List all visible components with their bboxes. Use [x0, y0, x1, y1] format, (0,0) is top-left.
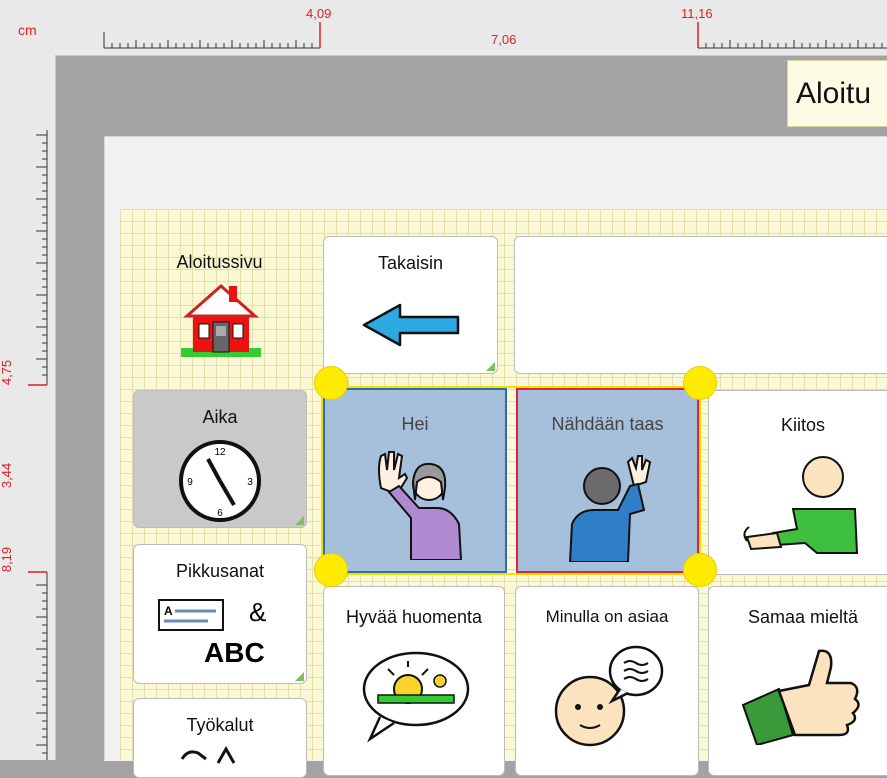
- cell-hei[interactable]: Hei: [323, 388, 507, 573]
- resize-handle-bottom-right[interactable]: [683, 553, 717, 587]
- cell-hyvaa-huomenta[interactable]: Hyvää huomenta: [323, 586, 505, 776]
- resize-handle-bottom-left[interactable]: [314, 553, 348, 587]
- cell-takaisin[interactable]: Takaisin: [323, 236, 498, 374]
- svg-text:3: 3: [247, 477, 253, 488]
- cell-label: Pikkusanat: [175, 561, 265, 581]
- link-corner-indicator: [486, 362, 495, 371]
- vertical-ruler-ticks: [28, 130, 48, 760]
- ruler-mark-width: 7,06: [491, 32, 517, 47]
- good-morning-icon: [362, 651, 470, 743]
- cell-label: Aika: [202, 407, 238, 427]
- cell-aika[interactable]: Aika 12 3 6 9: [133, 390, 307, 528]
- page-name-tooltip: Aloitu: [787, 60, 887, 127]
- thanking-person-icon: [743, 456, 859, 554]
- cell-label: Työkalut: [186, 715, 254, 735]
- link-corner-indicator: [295, 516, 304, 525]
- svg-text:A: A: [164, 604, 173, 618]
- cell-label: Hyvää huomenta: [345, 607, 483, 627]
- link-corner-indicator: [295, 672, 304, 681]
- cell-minulla-on-asiaa[interactable]: Minulla on asiaa: [515, 586, 699, 776]
- text-field-icon: A: [158, 599, 224, 631]
- resize-handle-top-left[interactable]: [314, 366, 348, 400]
- abc-symbol: ABC: [204, 637, 265, 668]
- cell-label: Kiitos: [780, 415, 825, 435]
- cell-label: Samaa mieltä: [747, 607, 859, 627]
- cell-message-bar[interactable]: [514, 236, 887, 374]
- ruler-mark-top: 4,75: [0, 359, 15, 386]
- clock-icon: 12 3 6 9: [179, 440, 261, 522]
- thumbs-up-icon: [741, 649, 860, 745]
- ruler-mark-left: 4,09: [306, 6, 332, 21]
- cell-pikkusanat[interactable]: Pikkusanat A & ABC: [133, 544, 307, 684]
- cell-kiitos[interactable]: Kiitos: [708, 390, 887, 575]
- svg-text:9: 9: [187, 477, 193, 488]
- cell-label: Hei: [401, 414, 429, 434]
- svg-text:12: 12: [214, 447, 226, 458]
- home-icon: [181, 283, 261, 357]
- tools-icon: [180, 745, 236, 764]
- cell-aloitussivu[interactable]: Aloitussivu: [133, 236, 306, 373]
- ruler-mark-bottom: 8,19: [0, 546, 15, 573]
- cell-samaa-mielta[interactable]: Samaa mieltä: [708, 586, 887, 776]
- resize-handle-top-right[interactable]: [683, 366, 717, 400]
- cell-label: Aloitussivu: [176, 252, 263, 272]
- cell-label: Takaisin: [377, 253, 444, 273]
- cell-tyokalut[interactable]: Työkalut: [133, 698, 307, 778]
- waving-man-icon: [568, 455, 652, 562]
- ruler-mark-height: 3,44: [0, 462, 15, 489]
- vertical-ruler[interactable]: 4,75 3,44 8,19: [0, 55, 56, 760]
- speaking-person-icon: [554, 645, 664, 747]
- ruler-mark-right: 11,16: [681, 6, 713, 21]
- horizontal-ruler[interactable]: cm 4,09 7,06 11,16: [0, 0, 887, 56]
- waving-woman-icon: [378, 451, 463, 560]
- svg-text:6: 6: [217, 508, 223, 519]
- cell-label: Minulla on asiaa: [545, 607, 669, 626]
- back-arrow-icon: [362, 303, 460, 347]
- ampersand-symbol: &: [249, 597, 267, 627]
- cell-nahdaan-taas[interactable]: Nähdään taas: [516, 388, 699, 573]
- horizontal-ruler-ticks: [103, 22, 887, 49]
- cell-label: Nähdään taas: [551, 414, 664, 434]
